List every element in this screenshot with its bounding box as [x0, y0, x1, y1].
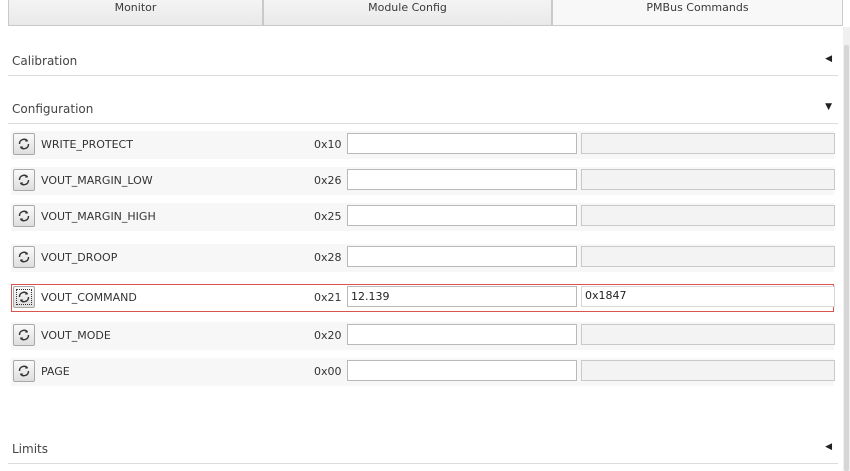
- command-value-input[interactable]: [347, 360, 577, 381]
- command-hex-value: 0x1847: [581, 286, 835, 307]
- tab-pmbus-commands[interactable]: PMBus Commands: [552, 0, 843, 26]
- command-name: VOUT_DROOP: [41, 251, 118, 264]
- command-value-input[interactable]: [347, 205, 577, 226]
- section-calibration-header[interactable]: Calibration ◀: [8, 46, 838, 76]
- command-value-input[interactable]: [347, 324, 577, 345]
- triangle-down-icon: ▼: [825, 102, 832, 112]
- refresh-button[interactable]: [13, 360, 35, 382]
- section-divider: [8, 75, 838, 76]
- command-code: 0x10: [314, 138, 342, 151]
- refresh-icon: [18, 291, 30, 303]
- command-row-vout-droop: VOUT_DROOP 0x28: [8, 244, 838, 272]
- refresh-button[interactable]: [13, 286, 35, 308]
- section-title: Calibration: [12, 54, 78, 68]
- command-row-page: PAGE 0x00: [8, 358, 838, 386]
- command-code: 0x20: [314, 329, 342, 342]
- refresh-button[interactable]: [13, 133, 35, 155]
- command-value-input[interactable]: [347, 133, 577, 154]
- section-configuration-header[interactable]: Configuration ▼: [8, 94, 838, 124]
- section-limits-header[interactable]: Limits ◀: [8, 434, 838, 464]
- section-title: Configuration: [12, 102, 94, 116]
- command-code: 0x21: [314, 291, 342, 304]
- refresh-icon: [18, 251, 30, 263]
- tab-label: PMBus Commands: [646, 1, 749, 14]
- refresh-icon: [18, 365, 30, 377]
- command-name: PAGE: [41, 365, 70, 378]
- command-hex-value: [581, 360, 835, 381]
- section-divider: [8, 463, 838, 464]
- scrollbar-thumb[interactable]: [844, 45, 849, 471]
- command-hex-value: [581, 246, 835, 267]
- command-code: 0x28: [314, 251, 342, 264]
- command-name: VOUT_MARGIN_LOW: [41, 174, 153, 187]
- refresh-icon: [18, 174, 30, 186]
- command-hex-value: [581, 169, 835, 190]
- refresh-icon: [18, 329, 30, 341]
- command-code: 0x25: [314, 210, 342, 223]
- command-value-input[interactable]: [347, 286, 577, 307]
- command-value-input[interactable]: [347, 246, 577, 267]
- section-divider: [8, 123, 838, 124]
- triangle-left-icon: ◀: [825, 54, 832, 64]
- tab-monitor[interactable]: Monitor: [8, 0, 263, 26]
- command-row-vout-command: VOUT_COMMAND 0x21 0x1847: [8, 284, 838, 312]
- command-hex-value: [581, 133, 835, 154]
- command-hex-value: [581, 324, 835, 345]
- triangle-left-icon: ◀: [825, 442, 832, 452]
- tab-module-config[interactable]: Module Config: [263, 0, 552, 26]
- command-code: 0x26: [314, 174, 342, 187]
- command-row-write-protect: WRITE_PROTECT 0x10: [8, 131, 838, 159]
- command-code: 0x00: [314, 365, 342, 378]
- refresh-icon: [18, 138, 30, 150]
- command-row-vout-mode: VOUT_MODE 0x20: [8, 322, 838, 350]
- refresh-button[interactable]: [13, 169, 35, 191]
- tab-label: Module Config: [368, 1, 447, 14]
- refresh-button[interactable]: [13, 246, 35, 268]
- command-hex-value: [581, 205, 835, 226]
- refresh-button[interactable]: [13, 324, 35, 346]
- tab-label: Monitor: [114, 1, 157, 14]
- refresh-button[interactable]: [13, 205, 35, 227]
- command-value-input[interactable]: [347, 169, 577, 190]
- command-name: VOUT_MODE: [41, 329, 111, 342]
- command-name: VOUT_COMMAND: [41, 291, 137, 304]
- command-name: WRITE_PROTECT: [41, 138, 133, 151]
- vertical-scrollbar[interactable]: [843, 27, 850, 471]
- section-title: Limits: [12, 442, 48, 456]
- command-name: VOUT_MARGIN_HIGH: [41, 210, 156, 223]
- refresh-icon: [18, 210, 30, 222]
- command-row-vout-margin-low: VOUT_MARGIN_LOW 0x26: [8, 167, 838, 195]
- tab-bar: Monitor Module Config PMBus Commands: [0, 0, 850, 27]
- command-row-vout-margin-high: VOUT_MARGIN_HIGH 0x25: [8, 203, 838, 231]
